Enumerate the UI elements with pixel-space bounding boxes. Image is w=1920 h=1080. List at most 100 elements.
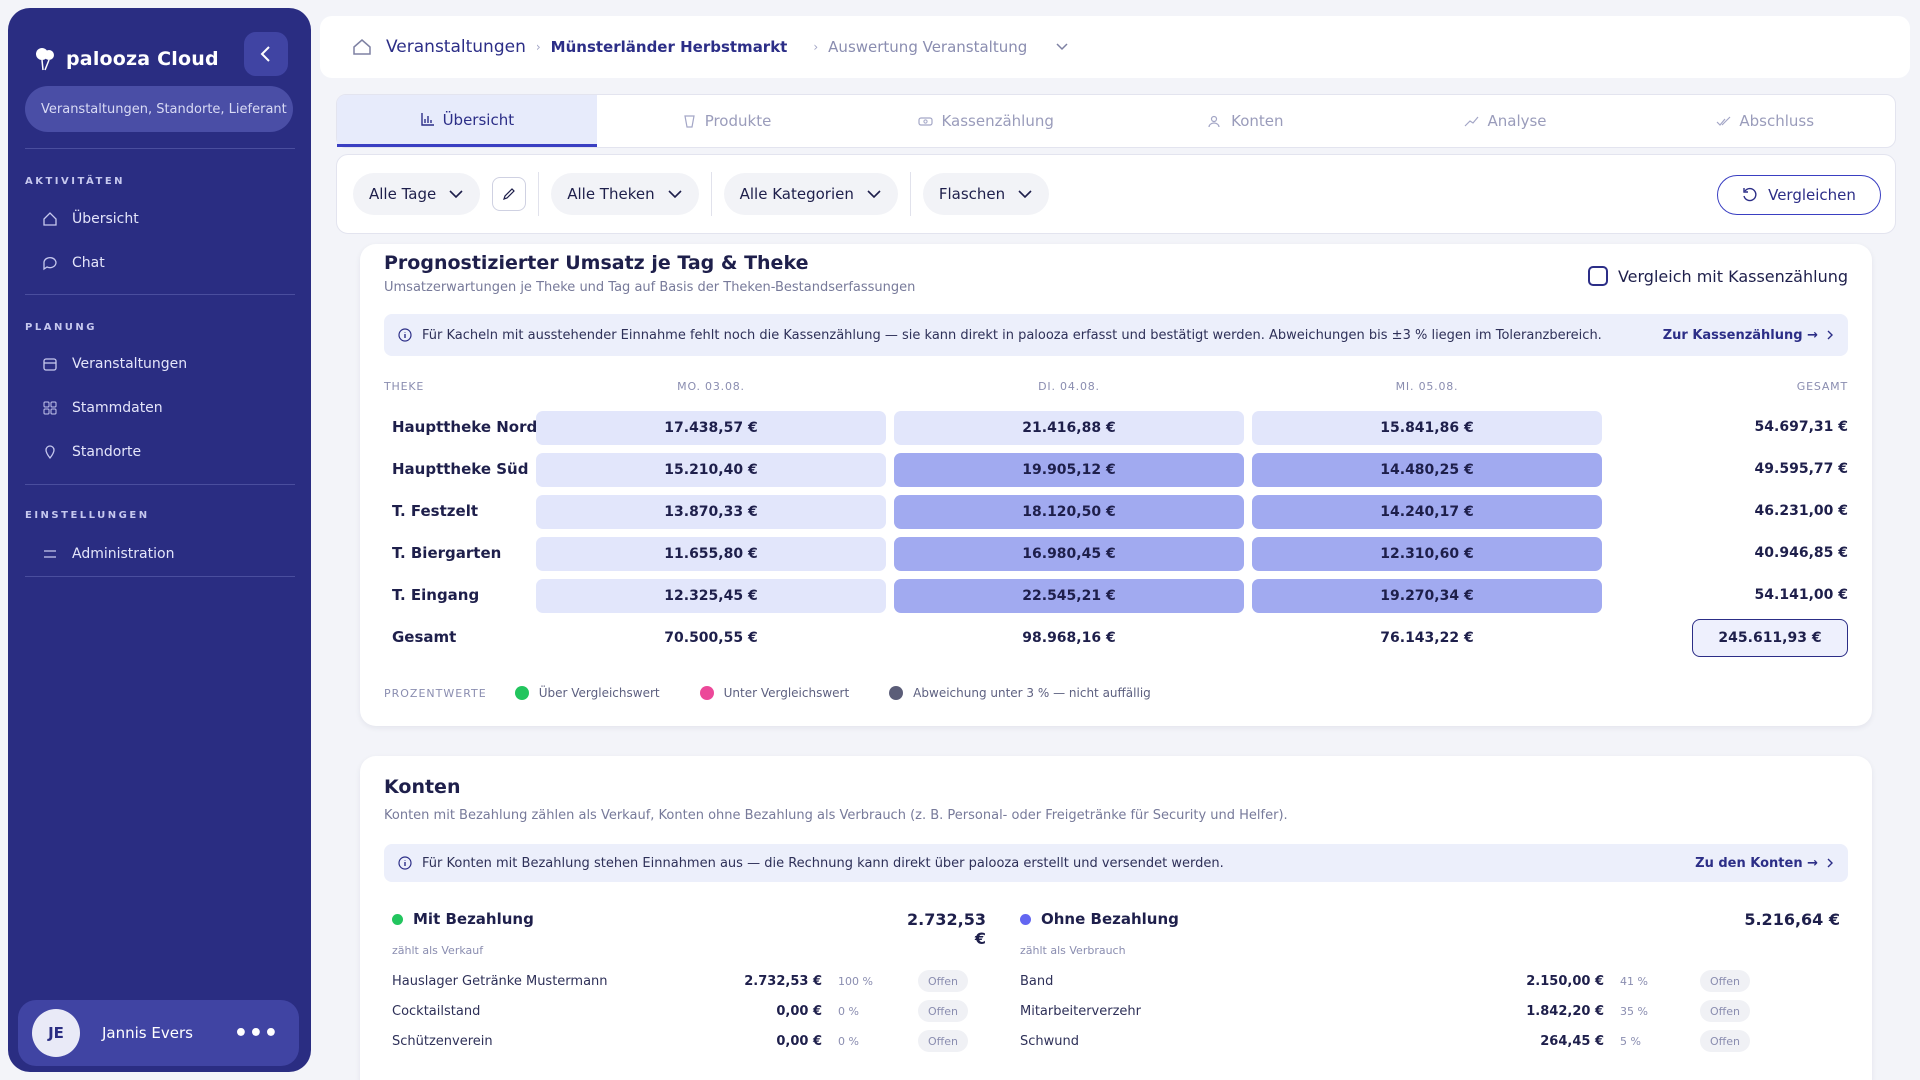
list-item[interactable]: Band 2.150,00 € 41 % Offen [1020, 970, 1750, 992]
breadcrumb-separator-icon: › [535, 40, 541, 54]
row-label: Haupttheke Nord [392, 418, 538, 436]
checkbox[interactable] [1587, 266, 1608, 286]
divider [710, 172, 712, 216]
sidebar-search-input[interactable]: Veranstaltungen, Standorte, Lieferant [25, 86, 293, 132]
sidebar-item-label: Stammdaten [72, 400, 163, 416]
tab-overview[interactable]: Übersicht [337, 95, 597, 147]
filter-label: Alle Kategorien [739, 185, 854, 203]
status-badge: Offen [1700, 1000, 1750, 1022]
forecast-title: Prognostizierter Umsatz je Tag & Theke [384, 252, 809, 274]
unpaid-title: Ohne Bezahlung [1041, 910, 1179, 928]
filter-days-select[interactable]: Alle Tage [353, 173, 481, 215]
section-activities: AKTIVITÄTEN [25, 176, 126, 187]
row-label: T. Biergarten [392, 544, 502, 562]
list-item[interactable]: Hauslager Getränke Mustermann 2.732,53 €… [392, 970, 968, 992]
trend-icon [1465, 116, 1479, 126]
forecast-cell[interactable]: 14.240,17 € [1252, 495, 1602, 529]
forecast-cell[interactable]: 14.480,25 € [1252, 453, 1602, 487]
accounts-card: Konten Konten mit Bezahlung zählen als V… [360, 756, 1872, 1080]
forecast-cell[interactable]: 19.270,34 € [1252, 579, 1602, 613]
accounts-subtitle: Konten mit Bezahlung zählen als Verkauf,… [384, 808, 1288, 823]
sidebar-item-label: Standorte [72, 444, 142, 460]
green-dot-icon [514, 686, 529, 700]
home-icon[interactable] [352, 37, 372, 57]
forecast-cell[interactable]: 18.120,50 € [894, 495, 1244, 529]
green-dot-icon [392, 913, 403, 925]
sliders-icon [44, 550, 56, 558]
forecast-cell[interactable]: 15.210,40 € [536, 453, 886, 487]
divider [538, 172, 540, 216]
forecast-cell[interactable]: 22.545,21 € [894, 579, 1244, 613]
filter-label: Alle Tage [369, 185, 437, 203]
list-item[interactable]: Schwund 264,45 € 5 % Offen [1020, 1030, 1750, 1052]
edit-days-button[interactable] [492, 177, 527, 211]
status-badge: Offen [918, 1030, 968, 1052]
divider [25, 294, 295, 295]
chat-icon [43, 257, 57, 271]
sum-label: Gesamt [392, 628, 457, 646]
user-card[interactable]: JE Jannis Evers ••• [18, 1000, 299, 1066]
account-percent: 5 % [1620, 1034, 1641, 1048]
avatar: JE [32, 1009, 80, 1057]
home-icon [43, 212, 57, 226]
list-item[interactable]: Schützenverein 0,00 € 0 % Offen [392, 1030, 968, 1052]
sidebar-item-locations[interactable]: Standorte [42, 444, 141, 460]
filter-counters-select[interactable]: Alle Theken [551, 173, 699, 215]
info-icon [398, 328, 412, 342]
col-header-day1: MO. 03.08. [677, 380, 745, 393]
tab-label: Konten [1231, 112, 1284, 130]
tab-cash-count[interactable]: Kassenzählung [856, 95, 1116, 147]
tab-label: Produkte [704, 112, 772, 130]
collapse-sidebar-button[interactable] [244, 32, 288, 76]
forecast-cell[interactable]: 16.980,45 € [894, 537, 1244, 571]
filter-categories-select[interactable]: Alle Kategorien [723, 173, 898, 215]
tab-products[interactable]: Produkte [597, 95, 857, 147]
legend-label: Unter Vergleichswert [723, 686, 850, 700]
account-name: Band [1020, 973, 1054, 989]
account-name: Mitarbeiterverzehr [1020, 1003, 1141, 1019]
link-label: Zur Kassenzählung → [1662, 327, 1818, 343]
tab-accounts[interactable]: Konten [1116, 95, 1376, 147]
more-options-icon[interactable]: ••• [234, 1021, 279, 1046]
unpaid-accounts-header: Ohne Bezahlung [1020, 910, 1179, 928]
sidebar-item-overview[interactable]: Übersicht [42, 211, 139, 227]
forecast-cell[interactable]: 11.655,80 € [536, 537, 886, 571]
compare-cash-toggle[interactable]: Vergleich mit Kassenzählung [1587, 266, 1848, 286]
forecast-cell[interactable]: 13.870,33 € [536, 495, 886, 529]
forecast-cell[interactable]: 12.310,60 € [1252, 537, 1602, 571]
account-value: 0,00 € [776, 1003, 822, 1019]
sidebar-item-chat[interactable]: Chat [42, 255, 105, 271]
filter-unit-select[interactable]: Flaschen [922, 173, 1050, 215]
sidebar-item-events[interactable]: Veranstaltungen [42, 356, 187, 372]
breadcrumb-events[interactable]: Veranstaltungen [386, 37, 526, 57]
divider [25, 148, 295, 149]
link-label: Zu den Konten → [1695, 855, 1818, 871]
brand[interactable]: palooza Cloud [34, 46, 219, 72]
forecast-cell[interactable]: 17.438,57 € [536, 411, 886, 445]
to-accounts-link[interactable]: Zu den Konten → [1695, 856, 1834, 871]
sidebar-item-master-data[interactable]: Stammdaten [42, 400, 163, 416]
forecast-cell[interactable]: 21.416,88 € [894, 411, 1244, 445]
chevron-down-icon[interactable] [1055, 42, 1069, 52]
filter-label: Flaschen [938, 185, 1006, 203]
tab-closing[interactable]: Abschluss [1635, 95, 1895, 147]
list-item[interactable]: Mitarbeiterverzehr 1.842,20 € 35 % Offen [1020, 1000, 1750, 1022]
filter-bar: Alle Tage Alle Theken Alle Kategorien Fl… [336, 154, 1896, 234]
forecast-cell[interactable]: 15.841,86 € [1252, 411, 1602, 445]
chevron-down-icon [867, 190, 881, 199]
to-cash-count-link[interactable]: Zur Kassenzählung → [1663, 328, 1834, 343]
list-item[interactable]: Cocktailstand 0,00 € 0 % Offen [392, 1000, 968, 1022]
status-badge: Offen [918, 970, 968, 992]
forecast-subtitle: Umsatzerwartungen je Theke und Tag auf B… [384, 280, 916, 295]
account-percent: 100 % [838, 974, 873, 988]
sidebar-item-administration[interactable]: Administration [42, 546, 174, 562]
compare-button[interactable]: Vergleichen [1717, 175, 1881, 215]
row-total: 54.141,00 € [1754, 587, 1848, 603]
row-total: 46.231,00 € [1754, 503, 1848, 519]
row-label: T. Festzelt [392, 502, 479, 520]
tab-analysis[interactable]: Analyse [1376, 95, 1636, 147]
forecast-cell[interactable]: 12.325,45 € [536, 579, 886, 613]
forecast-cell[interactable]: 19.905,12 € [894, 453, 1244, 487]
paid-accounts-header: Mit Bezahlung [392, 910, 534, 928]
breadcrumb-event[interactable]: Münsterländer Herbstmarkt [551, 38, 788, 56]
